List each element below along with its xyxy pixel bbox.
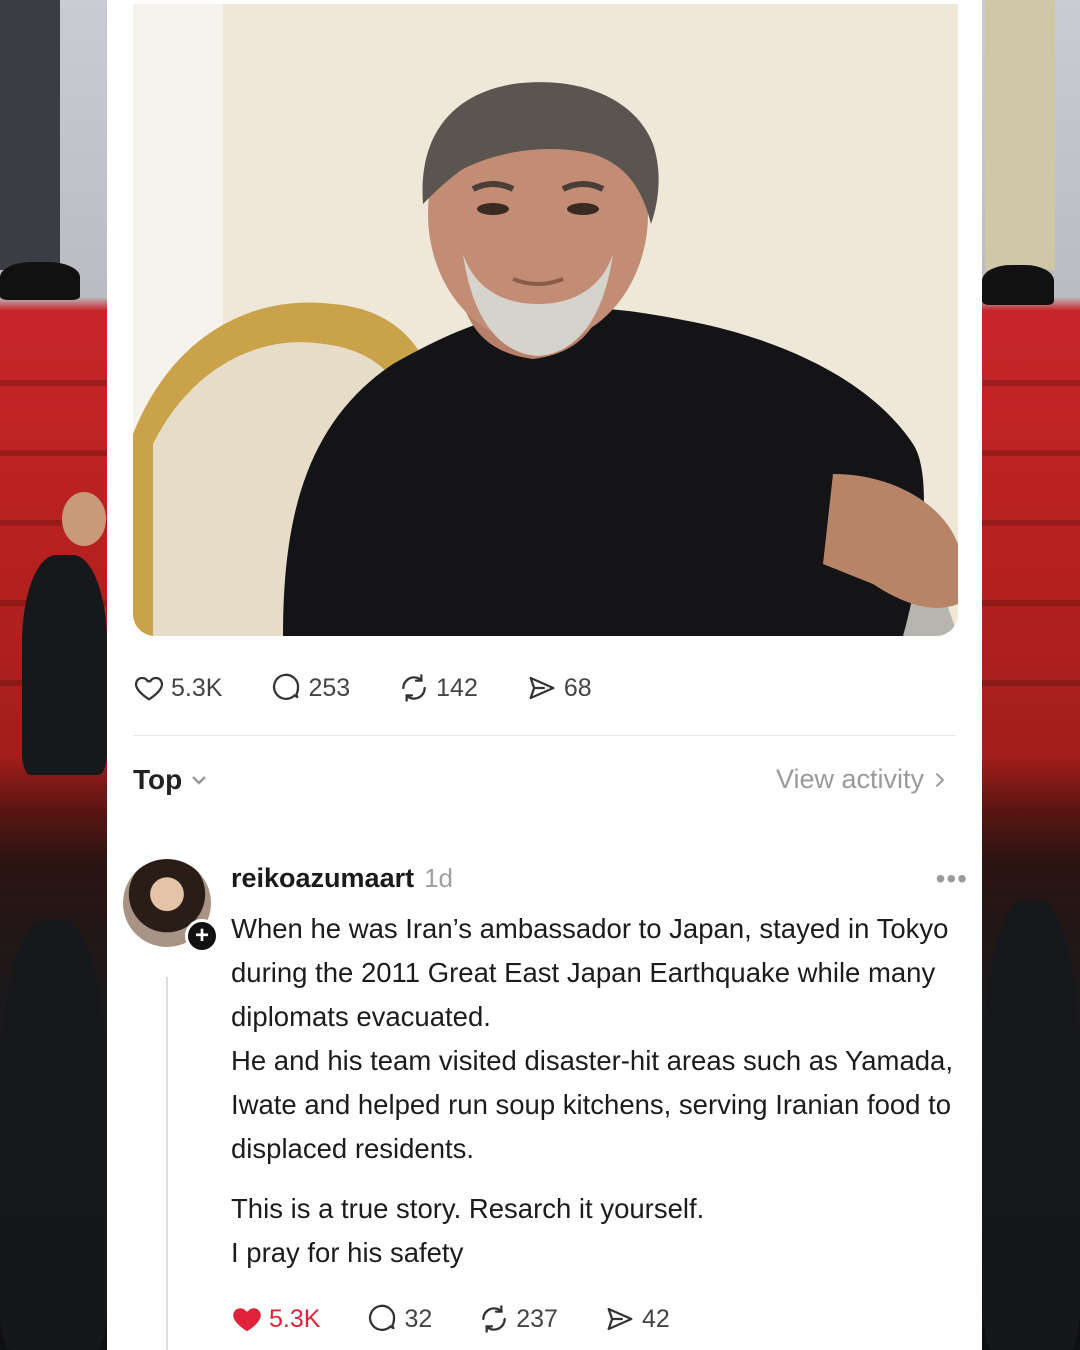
portrait-image xyxy=(133,4,958,636)
post-stats: 5.3K 253 142 68 xyxy=(133,668,640,708)
comment-paragraph: This is a true story. Resarch it yoursel… xyxy=(231,1193,705,1224)
post-photo[interactable] xyxy=(133,4,958,636)
repost-icon xyxy=(402,674,426,702)
follow-plus-icon[interactable]: + xyxy=(185,919,219,953)
like-count: 5.3K xyxy=(171,673,223,702)
bg-leg-right xyxy=(985,0,1055,270)
share-button[interactable]: 68 xyxy=(526,672,592,704)
comment-paragraph: When he was Iran’s ambassador to Japan, … xyxy=(231,913,949,1032)
sort-label: Top xyxy=(133,764,183,795)
bg-official-head xyxy=(62,492,106,546)
sort-dropdown[interactable]: Top xyxy=(133,764,208,796)
view-activity-link[interactable]: View activity xyxy=(776,764,946,795)
comment-username[interactable]: reikoazumaart xyxy=(231,863,414,894)
bg-leg-left xyxy=(0,0,60,270)
heart-icon xyxy=(134,676,164,701)
comment-like-button[interactable]: 5.3K xyxy=(231,1303,320,1335)
reply-count: 253 xyxy=(308,673,351,702)
comment-repost-button[interactable]: 237 xyxy=(478,1303,558,1335)
bg-shoe-left xyxy=(0,262,80,300)
comment-header: reikoazumaart 1d xyxy=(231,863,453,894)
view-activity-label: View activity xyxy=(775,764,924,794)
thread-line xyxy=(166,977,168,1350)
comment-like-count: 5.3K xyxy=(269,1304,321,1333)
repost-count: 142 xyxy=(436,673,478,702)
comment-paragraph: I pray for his safety xyxy=(231,1237,464,1268)
comment-share-button[interactable]: 42 xyxy=(604,1303,670,1335)
comment-stats: 5.3K 32 237 42 xyxy=(231,1303,716,1335)
comment-share-count: 42 xyxy=(641,1304,670,1333)
share-icon xyxy=(529,676,555,700)
comment-timestamp: 1d xyxy=(424,863,454,893)
heart-icon xyxy=(233,1308,261,1332)
post-card: 5.3K 253 142 68 Top View activity + reik… xyxy=(107,0,982,1350)
comment-icon xyxy=(369,1304,396,1331)
repost-button[interactable]: 142 xyxy=(398,672,478,704)
comment-paragraph: He and his team visited disaster-hit are… xyxy=(231,1045,953,1164)
bg-official xyxy=(22,555,107,775)
chevron-right-icon xyxy=(935,772,945,787)
bg-shoe-right xyxy=(982,265,1054,305)
chevron-down-icon xyxy=(192,776,207,785)
share-count: 68 xyxy=(563,673,592,702)
bg-crowd-right xyxy=(983,900,1080,1350)
comment-repost-count: 237 xyxy=(516,1304,558,1333)
comment-icon xyxy=(273,673,300,700)
bg-crowd-left xyxy=(0,920,107,1350)
repost-icon xyxy=(482,1305,507,1333)
comment-reply-count: 32 xyxy=(404,1304,433,1333)
more-icon[interactable]: ••• xyxy=(936,863,968,895)
share-icon xyxy=(607,1307,633,1331)
comment-reply-button[interactable]: 32 xyxy=(366,1303,432,1335)
divider xyxy=(133,735,956,736)
like-button[interactable]: 5.3K xyxy=(133,672,222,704)
comment-text: When he was Iran’s ambassador to Japan, … xyxy=(231,907,961,1275)
reply-button[interactable]: 253 xyxy=(270,672,350,704)
